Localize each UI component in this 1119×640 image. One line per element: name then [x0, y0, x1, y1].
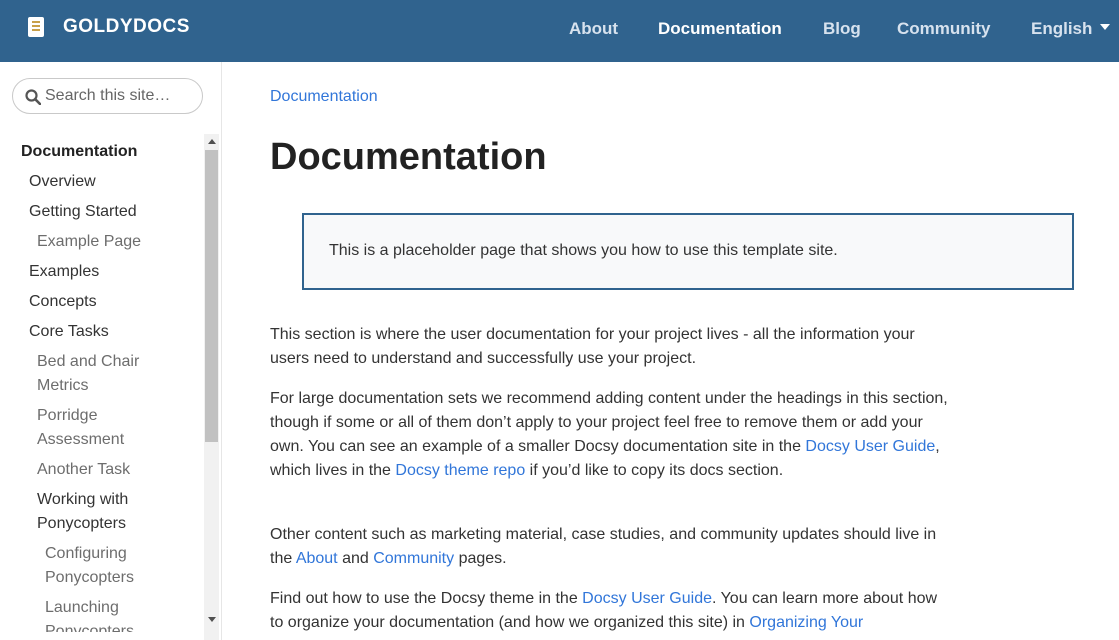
paragraph-intro: This section is where the user documenta…: [270, 326, 915, 367]
paragraph-other-content: Other content such as marketing material…: [270, 526, 937, 567]
breadcrumb-documentation[interactable]: Documentation: [270, 88, 378, 106]
page-title: Documentation: [270, 136, 547, 178]
search-input[interactable]: [45, 85, 195, 107]
sidebar-item-another-task[interactable]: Another Task: [37, 458, 130, 482]
main-content: Documentation Documentation This is a pl…: [222, 62, 1119, 640]
sidebar-item-examples[interactable]: Examples: [29, 260, 99, 284]
callout-text: This is a placeholder page that shows yo…: [329, 242, 838, 259]
sidebar-item-bed-and-chair-metrics[interactable]: Bed and Chair: [37, 350, 139, 374]
language-dropdown[interactable]: English: [1031, 19, 1111, 39]
sidebar: Documentation Overview Getting Started E…: [0, 62, 222, 640]
sidebar-item-overview[interactable]: Overview: [29, 170, 96, 194]
placeholder-callout: This is a placeholder page that shows yo…: [302, 213, 1074, 290]
organizing-your-content-link[interactable]: Organizing Your: [749, 614, 863, 631]
sidebar-item-bed-and-chair-metrics-line2[interactable]: Metrics: [37, 374, 89, 398]
language-label: English: [1031, 19, 1093, 38]
top-navbar: GOLDYDOCS About Documentation Blog Commu…: [0, 0, 1119, 62]
sidebar-item-core-tasks[interactable]: Core Tasks: [29, 320, 109, 344]
brand-name: GOLDYDOCS: [63, 16, 190, 37]
nav-blog[interactable]: Blog: [823, 19, 861, 39]
sidebar-item-launching-ponycopters-line2[interactable]: Ponycopters: [45, 620, 134, 632]
paragraph-doc-sets: For large documentation sets we recommen…: [270, 390, 948, 479]
sidebar-item-documentation[interactable]: Documentation: [21, 140, 137, 164]
sidebar-item-configuring-ponycopters[interactable]: Configuring: [45, 542, 127, 566]
caret-down-icon: [1100, 24, 1111, 30]
search-icon: [25, 89, 41, 105]
brand-logo-link[interactable]: GOLDYDOCS: [28, 16, 190, 38]
paragraph-find-out: Find out how to use the Docsy theme in t…: [270, 590, 938, 631]
docsy-user-guide-link[interactable]: Docsy User Guide: [805, 438, 935, 455]
sidebar-item-porridge-assessment-line2[interactable]: Assessment: [37, 428, 124, 452]
sidebar-scroll-thumb[interactable]: [205, 150, 218, 442]
sidebar-item-concepts[interactable]: Concepts: [29, 290, 97, 314]
sidebar-item-porridge-assessment[interactable]: Porridge: [37, 404, 97, 428]
nav-community[interactable]: Community: [897, 19, 991, 39]
sidebar-item-working-with-ponycopters[interactable]: Working with: [37, 488, 128, 512]
sidebar-item-working-with-ponycopters-line2[interactable]: Ponycopters: [37, 512, 126, 536]
docsy-theme-repo-link[interactable]: Docsy theme repo: [395, 462, 525, 479]
sidebar-item-configuring-ponycopters-line2[interactable]: Ponycopters: [45, 566, 134, 590]
document-logo-icon: [28, 17, 44, 37]
nav-documentation[interactable]: Documentation: [658, 19, 782, 39]
docsy-user-guide-link-2[interactable]: Docsy User Guide: [582, 590, 712, 607]
search-box[interactable]: [12, 78, 203, 114]
community-link[interactable]: Community: [373, 550, 454, 567]
scroll-down-arrow-icon[interactable]: [208, 617, 216, 622]
scroll-up-arrow-icon[interactable]: [208, 139, 216, 144]
sidebar-item-getting-started[interactable]: Getting Started: [29, 200, 137, 224]
nav-about[interactable]: About: [569, 19, 618, 39]
about-link[interactable]: About: [296, 550, 338, 567]
sidebar-item-example-page[interactable]: Example Page: [37, 230, 141, 254]
sidebar-item-launching-ponycopters[interactable]: Launching: [45, 596, 119, 620]
